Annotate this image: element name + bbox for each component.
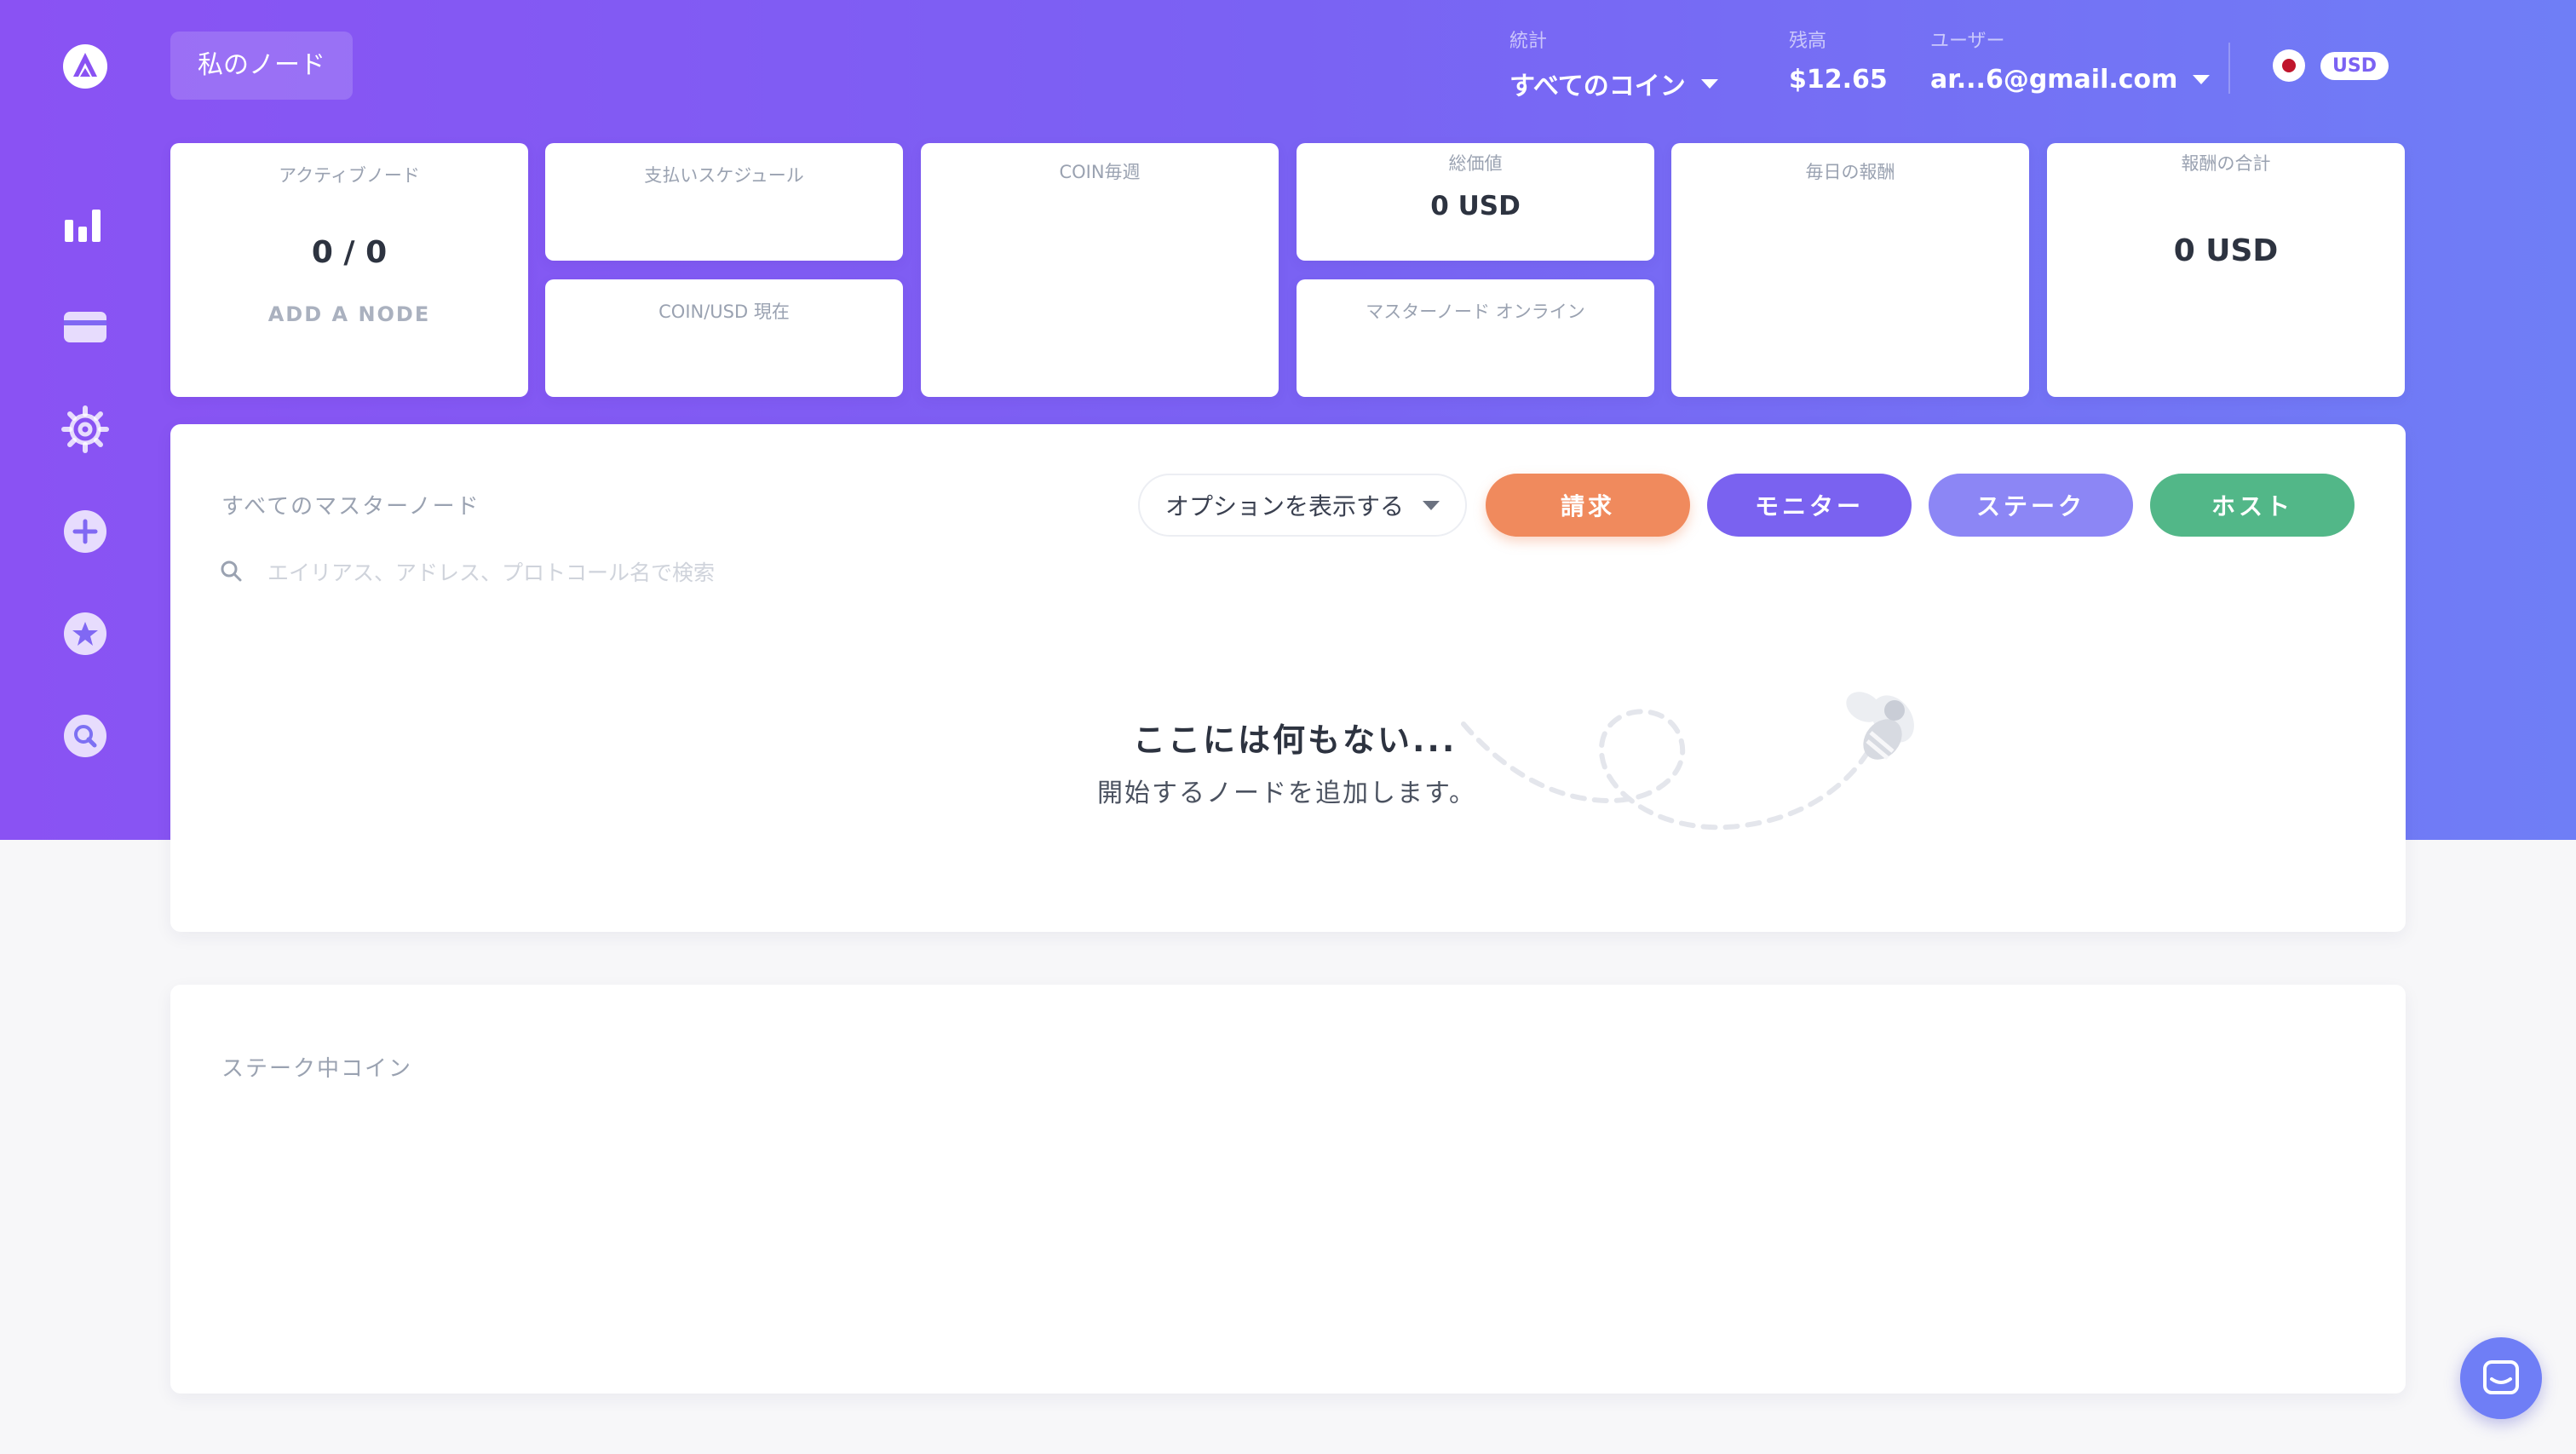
chevron-down-icon: [2193, 75, 2211, 84]
stats-selector[interactable]: 統計 すべてのコイン: [1509, 26, 1718, 102]
card-label: COIN/USD 現在: [658, 302, 790, 322]
chart-icon[interactable]: [61, 201, 109, 249]
masternodes-title: すべてのマスターノード: [221, 494, 480, 520]
search-icon: [220, 560, 242, 585]
total-value-card: 総価値 0 USD: [1297, 143, 1654, 261]
page-title[interactable]: 私のノード: [170, 32, 353, 100]
stats-value: すべてのコイン: [1509, 72, 1686, 101]
user-dropdown[interactable]: ar...6@gmail.com: [1930, 65, 2211, 95]
user-menu[interactable]: ユーザー ar...6@gmail.com: [1930, 26, 2211, 95]
card-label: COIN毎週: [1059, 162, 1141, 182]
stats-label: 統計: [1509, 31, 1548, 52]
masternode-search: [220, 555, 986, 589]
card-icon[interactable]: [61, 303, 109, 351]
monitor-button[interactable]: モニター: [1707, 474, 1912, 537]
bee-illustration: [1461, 692, 1914, 830]
chat-widget-button[interactable]: [2460, 1337, 2542, 1419]
header-divider: [2228, 43, 2230, 94]
card-label: アクティブノード: [279, 165, 420, 186]
balance-value: $12.65: [1789, 65, 1888, 95]
search-input[interactable]: [267, 560, 966, 585]
show-options-dropdown[interactable]: オプションを表示する: [1138, 474, 1467, 537]
total-value: 0 USD: [1430, 191, 1521, 221]
claim-button[interactable]: 請求: [1486, 474, 1690, 537]
staking-title: ステーク中コイン: [221, 1056, 413, 1082]
card-label: 総価値: [1448, 153, 1503, 174]
user-email: ar...6@gmail.com: [1930, 65, 2178, 95]
stake-button[interactable]: ステーク: [1929, 474, 2133, 537]
host-button[interactable]: ホスト: [2150, 474, 2355, 537]
balance-block: 残高 $12.65: [1789, 26, 1888, 95]
total-rewards-card: 報酬の合計 0 USD: [2047, 143, 2405, 397]
masternodes-online-card: マスターノード オンライン: [1297, 279, 1654, 397]
currency-selector[interactable]: USD: [2273, 49, 2389, 82]
empty-state-title: ここには何もない...: [1133, 721, 1458, 759]
daily-rewards-card: 毎日の報酬: [1671, 143, 2029, 397]
gear-icon[interactable]: [61, 405, 109, 453]
user-label: ユーザー: [1930, 31, 2005, 52]
japan-flag-icon: [2273, 49, 2305, 82]
star-icon[interactable]: [61, 610, 109, 658]
search-icon[interactable]: [61, 712, 109, 760]
chevron-down-icon: [1423, 500, 1440, 510]
payment-schedule-card: 支払いスケジュール: [545, 143, 903, 261]
options-label: オプションを表示する: [1164, 492, 1404, 520]
active-nodes-card: アクティブノード 0 / 0 ADD A NODE: [170, 143, 528, 397]
card-label: 毎日の報酬: [1805, 162, 1895, 182]
total-rewards-value: 0 USD: [2173, 233, 2279, 268]
stats-dropdown[interactable]: すべてのコイン: [1509, 65, 1718, 102]
active-nodes-count: 0 / 0: [311, 235, 388, 270]
add-node-link[interactable]: ADD A NODE: [170, 302, 528, 326]
card-label: 報酬の合計: [2181, 153, 2271, 174]
staking-panel: [170, 985, 2406, 1394]
card-label: マスターノード オンライン: [1366, 302, 1585, 322]
chat-icon: [2483, 1360, 2519, 1394]
card-label: 支払いスケジュール: [644, 165, 804, 186]
plus-icon[interactable]: [61, 508, 109, 555]
coin-usd-card: COIN/USD 現在: [545, 279, 903, 397]
currency-badge: USD: [2320, 51, 2389, 80]
sidebar: [0, 0, 170, 840]
chevron-down-icon: [1700, 78, 1718, 89]
balance-label: 残高: [1789, 31, 1827, 52]
logo-icon[interactable]: [61, 43, 109, 90]
empty-state-subtitle: 開始するノードを追加します。: [1097, 779, 1476, 808]
coin-weekly-card: COIN毎週: [921, 143, 1279, 397]
